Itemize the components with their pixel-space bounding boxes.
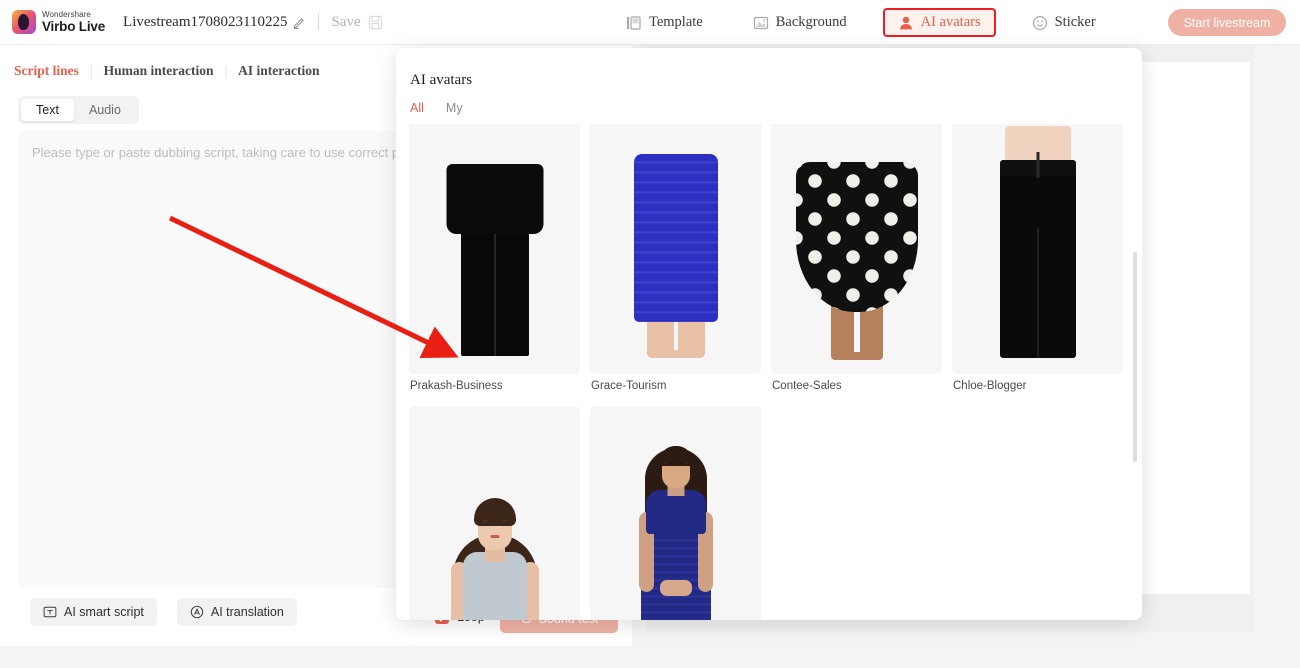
tab-ai-interaction[interactable]: AI interaction: [236, 63, 321, 79]
tab-script-lines[interactable]: Script lines: [12, 63, 81, 79]
popup-filters: All My: [396, 89, 1142, 115]
text-box-icon: [43, 605, 57, 619]
save-group[interactable]: Save: [331, 14, 382, 31]
avatar-card-grace-tourism[interactable]: Grace-Tourism: [590, 124, 771, 392]
avatar-name: Contee-Sales: [772, 380, 842, 392]
save-icon[interactable]: [368, 15, 383, 30]
toolbar-label-template: Template: [649, 14, 703, 30]
avatar-card-chloe-elegant[interactable]: Chloe-Elegant: [409, 406, 590, 620]
avatar-figure-chloe-elegant: [409, 406, 580, 620]
top-bar: Wondershare Virbo Live Livestream1708023…: [0, 0, 1300, 45]
ai-avatars-popup: AI avatars All My Prakash-Business Grace…: [396, 48, 1142, 620]
edit-pencil-icon[interactable]: [293, 16, 306, 29]
avatar-figure-contee: [771, 124, 942, 374]
avatar-thumbnail[interactable]: [771, 124, 942, 374]
ai-avatars-icon: [898, 15, 914, 31]
brand-sup: Wondershare: [42, 9, 91, 19]
toolbar-item-ai-avatars[interactable]: AI avatars: [882, 8, 996, 37]
logo-text: Wondershare Virbo Live: [42, 9, 106, 34]
project-title-text: Livestream1708023110225: [123, 13, 288, 30]
avatar-name: Grace-Tourism: [591, 380, 667, 392]
avatar-thumbnail[interactable]: [590, 124, 761, 374]
popup-title: AI avatars: [410, 72, 473, 88]
avatar-figure-harper-blogger: [590, 406, 761, 620]
ai-smart-script-button[interactable]: AI smart script: [30, 598, 157, 626]
brand-main: Virbo Live: [42, 18, 106, 34]
toolbar-label-ai-avatars: AI avatars: [920, 14, 981, 30]
wondershare-logo-icon: [12, 10, 36, 34]
avatar-figure-grace: [590, 124, 761, 374]
avatar-card-contee-sales[interactable]: Contee-Sales: [771, 124, 952, 392]
script-actions: AI smart script AI translation: [30, 598, 297, 626]
tab-sep-2: |: [224, 63, 228, 78]
filter-all[interactable]: All: [410, 101, 424, 115]
text-audio-segmented-control: Text Audio: [18, 96, 139, 124]
toolbar-item-sticker[interactable]: Sticker: [1018, 7, 1110, 38]
avatar-card-prakash-business[interactable]: Prakash-Business: [409, 124, 590, 392]
app-logo: Wondershare Virbo Live: [12, 10, 105, 34]
ai-smart-script-label: AI smart script: [64, 605, 144, 619]
toolbar-center: Template Background AI avatars Sticker: [612, 0, 1132, 45]
toolbar-label-background: Background: [775, 14, 847, 30]
segment-text[interactable]: Text: [21, 99, 74, 121]
avatar-thumbnail[interactable]: [409, 124, 580, 374]
toolbar-label-sticker: Sticker: [1054, 14, 1096, 30]
sticker-icon: [1032, 15, 1048, 31]
app-root: Wondershare Virbo Live Livestream1708023…: [0, 0, 1300, 668]
avatar-grid: Prakash-Business Grace-Tourism Contee-Sa…: [396, 124, 1142, 620]
tab-sep-1: |: [89, 63, 93, 78]
avatar-name: Chloe-Blogger: [953, 380, 1027, 392]
avatar-name: Prakash-Business: [410, 380, 503, 392]
avatar-thumbnail[interactable]: [409, 406, 580, 620]
start-livestream-button[interactable]: Start livestream: [1168, 9, 1286, 36]
avatar-grid-scroll[interactable]: Prakash-Business Grace-Tourism Contee-Sa…: [396, 124, 1142, 620]
avatar-card-chloe-blogger[interactable]: Chloe-Blogger: [952, 124, 1133, 392]
template-icon: [626, 15, 642, 31]
start-livestream-label: Start livestream: [1183, 15, 1271, 30]
avatar-thumbnail[interactable]: [590, 406, 761, 620]
toolbar-item-template[interactable]: Template: [612, 7, 717, 38]
avatar-figure-chloe-blogger: [952, 124, 1123, 374]
project-title: Livestream1708023110225: [123, 14, 306, 31]
ai-translation-button[interactable]: AI translation: [176, 598, 297, 626]
toolbar-item-background[interactable]: Background: [739, 7, 861, 38]
segment-audio[interactable]: Audio: [74, 99, 136, 121]
avatar-card-harper-blogger[interactable]: Harper-Blogger: [590, 406, 771, 620]
ai-translation-label: AI translation: [210, 605, 284, 619]
translate-icon: [190, 605, 204, 619]
save-label: Save: [331, 13, 361, 30]
popup-scrollbar[interactable]: [1133, 132, 1137, 602]
avatar-figure-prakash: [409, 124, 580, 374]
tab-human-interaction[interactable]: Human interaction: [102, 63, 216, 79]
title-divider: [318, 14, 320, 30]
background-icon: [753, 15, 769, 31]
filter-my[interactable]: My: [446, 101, 463, 115]
avatar-thumbnail[interactable]: [952, 124, 1123, 374]
